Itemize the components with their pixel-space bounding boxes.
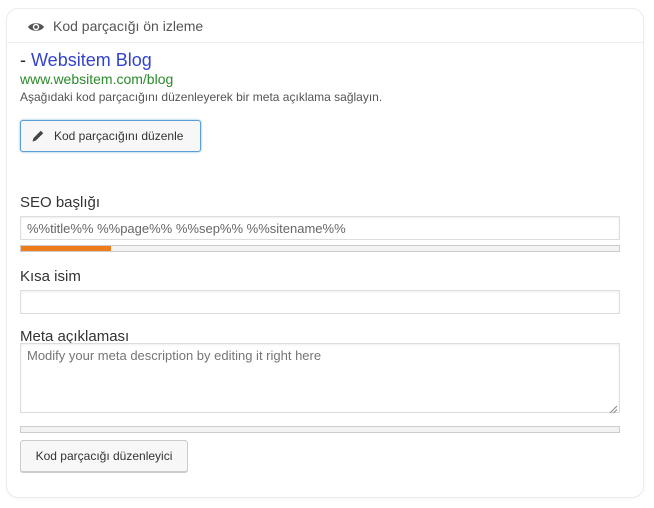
seo-title-progress <box>20 245 620 252</box>
preview-title[interactable]: Websitem Blog <box>31 50 152 70</box>
seo-title-input[interactable] <box>20 216 620 240</box>
panel-title: Kod parçacığı ön izleme <box>53 17 204 34</box>
seo-title-label: SEO başlığı <box>20 194 101 211</box>
slug-input[interactable] <box>20 290 620 314</box>
preview-description[interactable]: Aşağıdaki kod parçacığını düzenleyerek b… <box>20 89 382 105</box>
resize-grip-icon[interactable] <box>608 401 618 414</box>
snippet-preview: - Websitem Blog www.websitem.com/blog Aş… <box>20 50 382 105</box>
preview-title-row: - Websitem Blog <box>20 50 382 70</box>
edit-snippet-label: Kod parçacığını düzenle <box>54 129 184 143</box>
close-snippet-editor-button[interactable]: Kod parçacığı düzenleyici <box>20 440 188 472</box>
meta-description-textarea[interactable] <box>20 343 620 413</box>
slug-label: Kısa isim <box>20 268 81 285</box>
panel-header[interactable]: Kod parçacığı ön izleme <box>7 9 643 43</box>
pencil-icon <box>31 129 45 143</box>
meta-description-progress <box>20 426 620 433</box>
eye-icon <box>27 20 45 32</box>
seo-title-progress-fill <box>21 246 111 251</box>
title-separator: - <box>20 50 26 70</box>
preview-url[interactable]: www.websitem.com/blog <box>20 71 382 87</box>
edit-snippet-button[interactable]: Kod parçacığını düzenle <box>20 120 201 152</box>
